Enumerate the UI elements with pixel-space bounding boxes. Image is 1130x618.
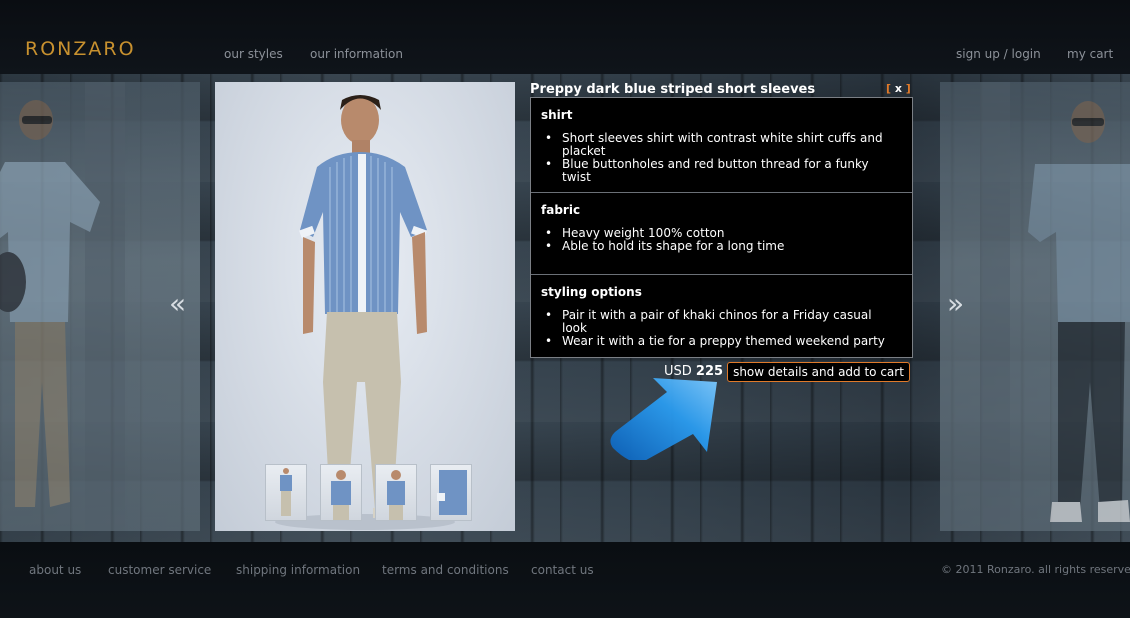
bullet-item: Short sleeves shirt with contrast white … — [545, 132, 900, 158]
section-heading: fabric — [541, 203, 581, 217]
model-figure-icon — [980, 82, 1130, 531]
section-heading: shirt — [541, 108, 573, 122]
bullet-item: Wear it with a tie for a preppy themed w… — [545, 335, 900, 349]
bullet-item: Pair it with a pair of khaki chinos for … — [545, 309, 900, 335]
thumbnail-front[interactable] — [265, 464, 307, 521]
brand-logo[interactable]: RONZARO — [25, 38, 136, 60]
nav-our-styles[interactable]: our styles — [224, 47, 283, 61]
add-to-cart-button[interactable]: show details and add to cart — [727, 362, 910, 382]
model-thumb-icon — [437, 470, 467, 515]
model-thumb-icon — [280, 468, 292, 516]
product-details-panel: shirt Short sleeves shirt with contrast … — [530, 97, 913, 358]
close-icon[interactable]: [ x ] — [886, 82, 911, 95]
thumbnail-close-up[interactable] — [320, 464, 362, 521]
model-thumb-icon — [331, 470, 351, 520]
bullet-list: Heavy weight 100% cotton Able to hold it… — [545, 227, 900, 254]
details-section-fabric: fabric Heavy weight 100% cotton Able to … — [531, 192, 912, 274]
pointer-arrow-icon — [610, 378, 717, 460]
footer-link-terms-and-conditions[interactable]: terms and conditions — [382, 563, 509, 577]
thumbnail-side[interactable] — [375, 464, 417, 521]
details-section-styling: styling options Pair it with a pair of k… — [531, 274, 912, 358]
bullet-item: Able to hold its shape for a long time — [545, 240, 900, 254]
close-label[interactable]: x — [895, 82, 902, 95]
nav-my-cart[interactable]: my cart — [1067, 47, 1113, 61]
site-header: RONZARO our styles our information sign … — [0, 0, 1130, 74]
site-footer: about us customer service shipping infor… — [0, 542, 1130, 618]
nav-our-information[interactable]: our information — [310, 47, 403, 61]
details-section-shirt: shirt Short sleeves shirt with contrast … — [531, 98, 912, 192]
carousel-prev-icon[interactable]: « — [169, 290, 186, 318]
copyright-text: © 2011 Ronzaro. all rights reserved. — [941, 563, 1130, 576]
bullet-list: Short sleeves shirt with contrast white … — [545, 132, 900, 184]
thumbnail-detail[interactable] — [430, 464, 472, 521]
model-thumb-icon — [387, 470, 405, 520]
bullet-item: Blue buttonholes and red button thread f… — [545, 158, 900, 184]
nav-sign-up-login[interactable]: sign up / login — [956, 47, 1041, 61]
footer-link-about-us[interactable]: about us — [29, 563, 81, 577]
carousel-next-icon[interactable]: » — [947, 290, 964, 318]
footer-link-customer-service[interactable]: customer service — [108, 563, 211, 577]
footer-link-contact-us[interactable]: contact us — [531, 563, 594, 577]
footer-link-shipping-information[interactable]: shipping information — [236, 563, 360, 577]
bullet-list: Pair it with a pair of khaki chinos for … — [545, 309, 900, 349]
section-heading: styling options — [541, 285, 642, 299]
product-title: Preppy dark blue striped short sleeves — [530, 82, 816, 97]
next-product-image[interactable] — [940, 82, 1130, 531]
